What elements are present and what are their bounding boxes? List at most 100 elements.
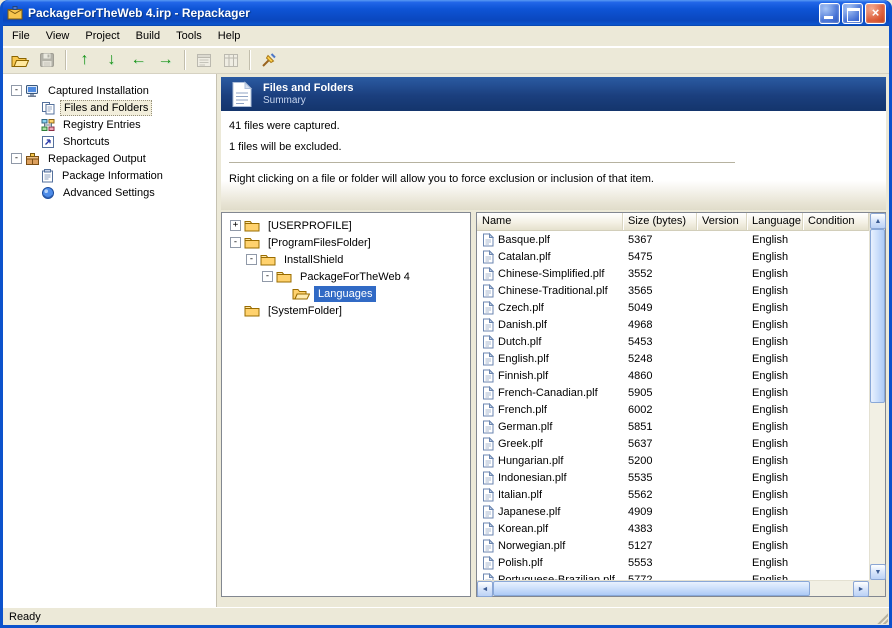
- back-button[interactable]: ←: [126, 49, 151, 72]
- tree-item-label: Advanced Settings: [59, 185, 159, 201]
- table-row[interactable]: Polish.plf5553English: [477, 554, 869, 571]
- table-row[interactable]: Finnish.plf4860English: [477, 367, 869, 384]
- nav-item-files-and-folders[interactable]: Files and Folders: [7, 99, 214, 116]
- collapse-icon[interactable]: -: [230, 237, 241, 248]
- build-button[interactable]: [256, 49, 281, 72]
- nav-item-repackaged-output[interactable]: -Repackaged Output: [7, 150, 214, 167]
- cell-language: English: [747, 302, 803, 314]
- forward-button[interactable]: →: [153, 49, 178, 72]
- table-row[interactable]: Portuguese-Brazilian.plf5772English: [477, 571, 869, 580]
- folder-item-packagefortheweb-4[interactable]: - PackageForTheWeb 4: [226, 268, 468, 285]
- scroll-down-button[interactable]: ▼: [870, 564, 886, 580]
- column-header-size-bytes[interactable]: Size (bytes): [623, 213, 697, 230]
- nav-item-registry-entries[interactable]: Registry Entries: [7, 116, 214, 133]
- vertical-scroll-track[interactable]: [870, 229, 885, 564]
- file-icon: [482, 454, 494, 468]
- file-name-cell: French.plf: [477, 403, 623, 417]
- close-button[interactable]: ×: [865, 3, 886, 24]
- cell-language: English: [747, 353, 803, 365]
- table-row[interactable]: English.plf5248English: [477, 350, 869, 367]
- tree-item-label: Registry Entries: [59, 117, 145, 133]
- menu-item-build[interactable]: Build: [128, 27, 168, 45]
- vertical-scrollbar[interactable]: ▲ ▼: [869, 213, 885, 580]
- table-row[interactable]: French-Canadian.plf5905English: [477, 384, 869, 401]
- file-name-cell: Hungarian.plf: [477, 454, 623, 468]
- folder-item-languages[interactable]: Languages: [226, 285, 468, 302]
- title-bar[interactable]: PackageForTheWeb 4.irp - Repackager ×: [3, 0, 889, 26]
- cell-size-bytes: 5200: [623, 455, 697, 467]
- folder-item-systemfolder[interactable]: [SystemFolder]: [226, 302, 468, 319]
- status-text: Ready: [9, 611, 41, 623]
- open-button[interactable]: [7, 49, 32, 72]
- expand-icon[interactable]: +: [230, 220, 241, 231]
- content-area: -Captured InstallationFiles and FoldersR…: [3, 74, 889, 607]
- table-row[interactable]: Korean.plf4383English: [477, 520, 869, 537]
- collapse-icon[interactable]: -: [262, 271, 273, 282]
- scroll-left-button[interactable]: ◄: [477, 581, 493, 597]
- table-row[interactable]: Basque.plf5367English: [477, 231, 869, 248]
- vertical-scroll-thumb[interactable]: [870, 229, 885, 403]
- table-row[interactable]: Catalan.plf5475English: [477, 248, 869, 265]
- column-header-name[interactable]: Name: [477, 213, 623, 230]
- nav-item-advanced-settings[interactable]: Advanced Settings: [7, 184, 214, 201]
- table-row[interactable]: Chinese-Simplified.plf3552English: [477, 265, 869, 282]
- cell-size-bytes: 3552: [623, 268, 697, 280]
- table-row[interactable]: Norwegian.plf5127English: [477, 537, 869, 554]
- window-controls: ×: [819, 3, 886, 24]
- table-row[interactable]: German.plf5851English: [477, 418, 869, 435]
- minimize-button[interactable]: [819, 3, 840, 24]
- file-icon: [482, 539, 494, 553]
- table-row[interactable]: Hungarian.plf5200English: [477, 452, 869, 469]
- cell-size-bytes: 4860: [623, 370, 697, 382]
- navigation-tree: -Captured InstallationFiles and FoldersR…: [3, 74, 217, 607]
- horizontal-scroll-track[interactable]: [493, 581, 853, 596]
- scroll-up-button[interactable]: ▲: [870, 213, 886, 229]
- cell-size-bytes: 4909: [623, 506, 697, 518]
- table-row[interactable]: Greek.plf5637English: [477, 435, 869, 452]
- info-icon: [41, 169, 54, 183]
- collapse-icon[interactable]: -: [11, 85, 22, 96]
- table-row[interactable]: Dutch.plf5453English: [477, 333, 869, 350]
- column-header-version[interactable]: Version: [697, 213, 747, 230]
- horizontal-scroll-thumb[interactable]: [493, 581, 810, 596]
- move-up-icon: ↑: [81, 52, 89, 68]
- move-down-button[interactable]: ↓: [99, 49, 124, 72]
- scroll-right-button[interactable]: ►: [853, 581, 869, 597]
- table-row[interactable]: Indonesian.plf5535English: [477, 469, 869, 486]
- column-header-language[interactable]: Language: [747, 213, 803, 230]
- table-row[interactable]: Japanese.plf4909English: [477, 503, 869, 520]
- menu-item-file[interactable]: File: [4, 27, 38, 45]
- folder-item-userprofile[interactable]: +[USERPROFILE]: [226, 217, 468, 234]
- folder-item-installshield[interactable]: -InstallShield: [226, 251, 468, 268]
- menu-item-tools[interactable]: Tools: [168, 27, 210, 45]
- table-row[interactable]: Czech.plf5049English: [477, 299, 869, 316]
- table-row[interactable]: Chinese-Traditional.plf3565English: [477, 282, 869, 299]
- move-up-button[interactable]: ↑: [72, 49, 97, 72]
- maximize-button[interactable]: [842, 3, 863, 24]
- file-table-rows: Basque.plf5367EnglishCatalan.plf5475Engl…: [477, 231, 869, 580]
- column-header-condition[interactable]: Condition: [803, 213, 869, 230]
- folder-icon: [260, 253, 276, 266]
- folder-item-programfilesfolder[interactable]: -[ProgramFilesFolder]: [226, 234, 468, 251]
- summary-titles: Files and Folders Summary: [263, 82, 353, 106]
- cell-size-bytes: 5248: [623, 353, 697, 365]
- table-row[interactable]: French.plf6002English: [477, 401, 869, 418]
- folder-open-icon: [292, 287, 310, 300]
- table-row[interactable]: Italian.plf5562English: [477, 486, 869, 503]
- tree-item-label: PackageForTheWeb 4: [296, 269, 414, 285]
- menu-item-project[interactable]: Project: [77, 27, 127, 45]
- menu-item-help[interactable]: Help: [210, 27, 249, 45]
- table-row[interactable]: Danish.plf4968English: [477, 316, 869, 333]
- summary-body: 41 files were captured. 1 files will be …: [221, 111, 886, 210]
- nav-item-captured-installation[interactable]: -Captured Installation: [7, 82, 214, 99]
- nav-item-shortcuts[interactable]: Shortcuts: [7, 133, 214, 150]
- collapse-icon[interactable]: -: [246, 254, 257, 265]
- menu-item-view[interactable]: View: [38, 27, 78, 45]
- settings-icon: [41, 186, 55, 200]
- collapse-icon[interactable]: -: [11, 153, 22, 164]
- file-icon: [482, 573, 494, 581]
- file-icon: [482, 267, 494, 281]
- resize-grip[interactable]: [877, 613, 888, 624]
- horizontal-scrollbar[interactable]: ◄ ►: [477, 580, 869, 596]
- nav-item-package-information[interactable]: Package Information: [7, 167, 214, 184]
